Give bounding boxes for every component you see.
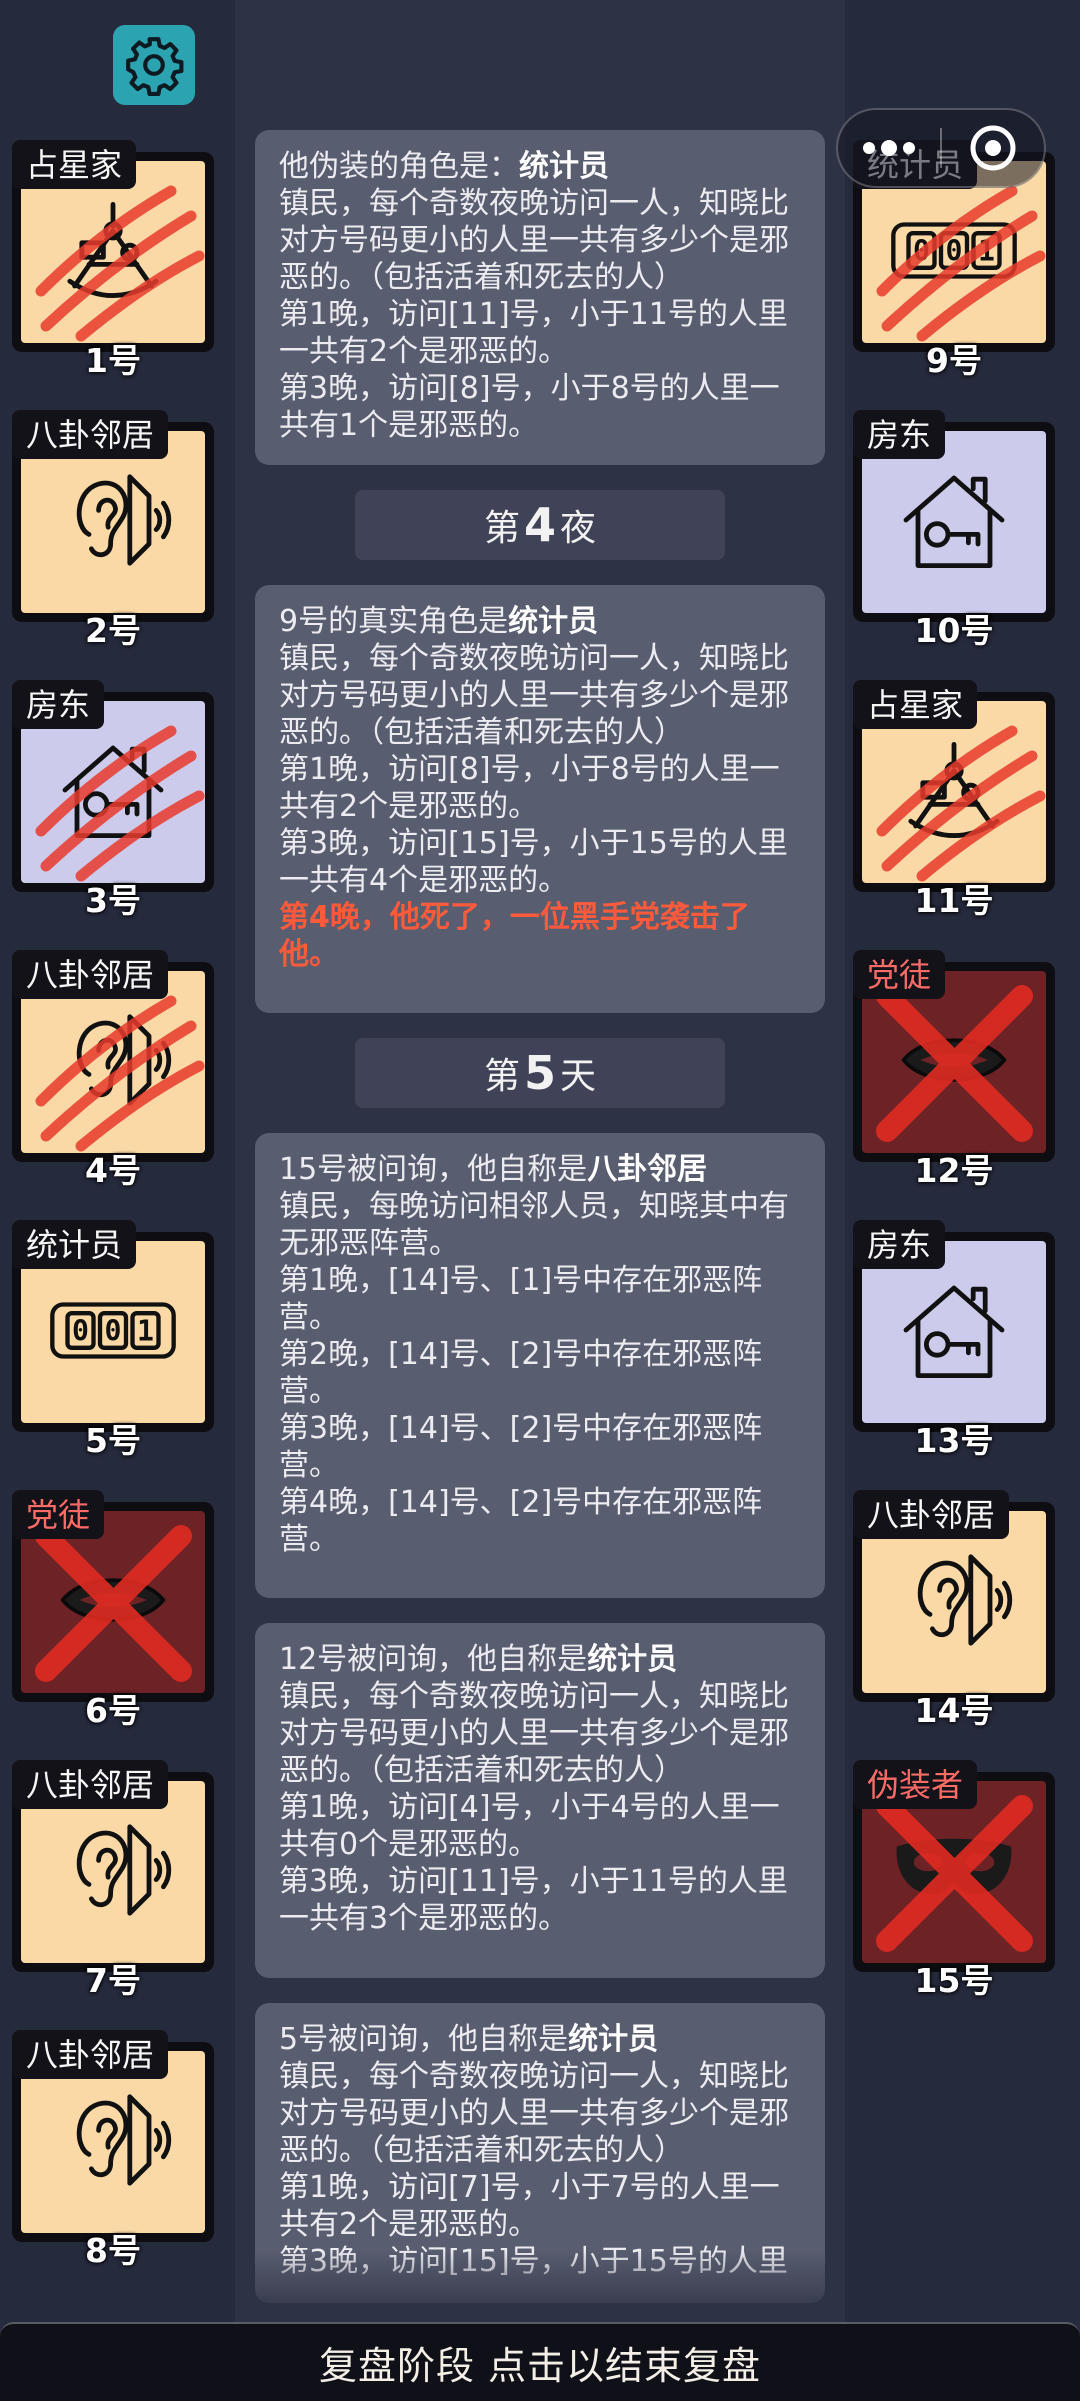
player-card[interactable]: 占星家 11号	[853, 642, 1055, 920]
house-key-icon	[48, 730, 178, 854]
role-badge: 八卦邻居	[12, 2030, 169, 2079]
message-title: 12号被问询，他自称是统计员	[279, 1642, 678, 1677]
log-message-1: 他伪装的角色是：统计员 镇民，每个奇数夜晚访问一人，知晓比对方号码更小的人里一共…	[255, 130, 825, 465]
player-card[interactable]: 八卦邻居 4号	[12, 912, 214, 1190]
role-badge: 统计员	[12, 1220, 137, 1269]
role-badge: 八卦邻居	[12, 950, 169, 999]
scroll-fade	[255, 2250, 825, 2322]
mask-icon	[889, 1831, 1019, 1913]
message-line: 第3晚，[14]号、[2]号中存在邪恶阵营。	[279, 1411, 763, 1483]
role-badge: 党徒	[12, 1490, 105, 1539]
mouth-icon	[53, 1564, 173, 1640]
mouth-icon	[894, 1024, 1014, 1100]
player-card[interactable]: 房东 10号	[853, 372, 1055, 650]
log-message-4: 12号被问询，他自称是统计员 镇民，每个奇数夜晚访问一人，知晓比对方号码更小的人…	[255, 1623, 825, 1978]
player-card[interactable]: 八卦邻居 7号	[12, 1722, 214, 2000]
role-badge: 房东	[853, 1220, 946, 1269]
player-card[interactable]: 0 0 1 统计员 5号	[12, 1182, 214, 1460]
message-line: 第1晚，[14]号、[1]号中存在邪恶阵营。	[279, 1263, 763, 1335]
svg-text:1: 1	[137, 1314, 154, 1347]
house-key-icon	[889, 460, 1019, 584]
ear-icon	[53, 1810, 173, 1934]
message-line: 第1晚，访问[7]号，小于7号的人里一共有2个是邪恶的。	[279, 2170, 780, 2242]
player-number: 7号	[85, 1961, 141, 2000]
settings-button[interactable]	[113, 25, 195, 105]
player-card[interactable]: 八卦邻居 14号	[853, 1452, 1055, 1730]
message-line: 第2晚，[14]号、[2]号中存在邪恶阵营。	[279, 1337, 763, 1409]
player-card[interactable]: 党徒 6号	[12, 1452, 214, 1730]
ear-icon	[53, 2080, 173, 2204]
player-card[interactable]: 房东 3号	[12, 642, 214, 920]
sextant-icon	[894, 730, 1014, 854]
svg-text:1: 1	[978, 234, 995, 267]
role-badge: 党徒	[853, 950, 946, 999]
message-line: 镇民，每晚访问相邻人员，知晓其中有无邪恶阵营。	[279, 1189, 789, 1261]
player-number: 6号	[85, 1691, 141, 1730]
house-key-icon	[889, 1270, 1019, 1394]
sextant-icon	[53, 190, 173, 314]
player-card[interactable]: 八卦邻居 8号	[12, 1992, 214, 2270]
role-badge: 八卦邻居	[853, 1490, 1010, 1539]
message-line: 第4晚，[14]号、[2]号中存在邪恶阵营。	[279, 1485, 763, 1557]
message-title: 他伪装的角色是：统计员	[279, 149, 609, 184]
player-number: 5号	[85, 1421, 141, 1460]
player-number: 12号	[914, 1151, 994, 1190]
message-line: 镇民，每个奇数夜晚访问一人，知晓比对方号码更小的人里一共有多少个是邪恶的。（包括…	[279, 186, 789, 295]
miniprogram-capsule	[836, 108, 1046, 188]
phase-header-day-5: 第5天	[355, 1038, 725, 1108]
gear-icon	[126, 37, 184, 96]
player-number: 10号	[914, 611, 994, 650]
player-number: 13号	[914, 1421, 994, 1460]
message-line: 镇民，每个奇数夜晚访问一人，知晓比对方号码更小的人里一共有多少个是邪恶的。（包括…	[279, 2059, 789, 2168]
player-card[interactable]: 伪装者 15号	[853, 1722, 1055, 2000]
role-badge: 伪装者	[853, 1760, 978, 1809]
player-number: 8号	[85, 2231, 141, 2270]
message-line: 第1晚，访问[4]号，小于4号的人里一共有0个是邪恶的。	[279, 1790, 780, 1862]
message-line: 第3晚，访问[8]号，小于8号的人里一共有1个是邪恶的。	[279, 371, 780, 443]
player-number: 4号	[85, 1151, 141, 1190]
ear-icon	[53, 1000, 173, 1124]
player-number: 15号	[914, 1961, 994, 2000]
message-line: 镇民，每个奇数夜晚访问一人，知晓比对方号码更小的人里一共有多少个是邪恶的。（包括…	[279, 1679, 789, 1788]
death-notice: 第4晚，他死了，一位黑手党袭击了他。	[279, 900, 750, 972]
log-message-3: 15号被问询，他自称是八卦邻居 镇民，每晚访问相邻人员，知晓其中有无邪恶阵营。 …	[255, 1133, 825, 1598]
svg-text:0: 0	[72, 1314, 89, 1347]
player-card[interactable]: 八卦邻居 2号	[12, 372, 214, 650]
role-badge: 房东	[853, 410, 946, 459]
player-card[interactable]: 房东 13号	[853, 1182, 1055, 1460]
log-message-2: 9号的真实角色是统计员 镇民，每个奇数夜晚访问一人，知晓比对方号码更小的人里一共…	[255, 585, 825, 1013]
player-number: 11号	[914, 881, 994, 920]
target-icon[interactable]	[942, 123, 1044, 173]
player-number: 9号	[926, 341, 982, 380]
message-line: 第1晚，访问[11]号，小于11号的人里一共有2个是邪恶的。	[279, 297, 788, 369]
role-badge: 八卦邻居	[12, 410, 169, 459]
player-number: 3号	[85, 881, 141, 920]
more-dots-icon[interactable]	[838, 138, 940, 158]
player-number: 2号	[85, 611, 141, 650]
counter-icon: 001	[889, 218, 1019, 287]
message-title: 5号被问询，他自称是统计员	[279, 2022, 659, 2057]
svg-text:0: 0	[913, 234, 930, 267]
message-line: 第1晚，访问[8]号，小于8号的人里一共有2个是邪恶的。	[279, 752, 780, 824]
ear-icon	[53, 460, 173, 584]
ear-icon	[894, 1540, 1014, 1664]
message-title: 9号的真实角色是统计员	[279, 604, 599, 639]
player-number: 1号	[85, 341, 141, 380]
svg-text:0: 0	[946, 234, 963, 267]
message-line: 第3晚，访问[11]号，小于11号的人里一共有3个是邪恶的。	[279, 1864, 788, 1936]
role-badge: 占星家	[12, 140, 137, 189]
message-line: 第3晚，访问[15]号，小于15号的人里一共有4个是邪恶的。	[279, 826, 788, 898]
role-badge: 房东	[12, 680, 105, 729]
role-badge: 八卦邻居	[12, 1760, 169, 1809]
phase-header-night-4: 第4夜	[355, 490, 725, 560]
message-line: 镇民，每个奇数夜晚访问一人，知晓比对方号码更小的人里一共有多少个是邪恶的。（包括…	[279, 641, 789, 750]
svg-text:0: 0	[105, 1314, 122, 1347]
player-card[interactable]: 党徒 12号	[853, 912, 1055, 1190]
message-title: 15号被问询，他自称是八卦邻居	[279, 1152, 708, 1187]
end-review-button[interactable]: 复盘阶段 点击以结束复盘	[0, 2322, 1080, 2401]
counter-icon: 001	[48, 1298, 178, 1367]
player-card[interactable]: 占星家 1号	[12, 102, 214, 380]
player-number: 14号	[914, 1691, 994, 1730]
role-badge: 占星家	[853, 680, 978, 729]
